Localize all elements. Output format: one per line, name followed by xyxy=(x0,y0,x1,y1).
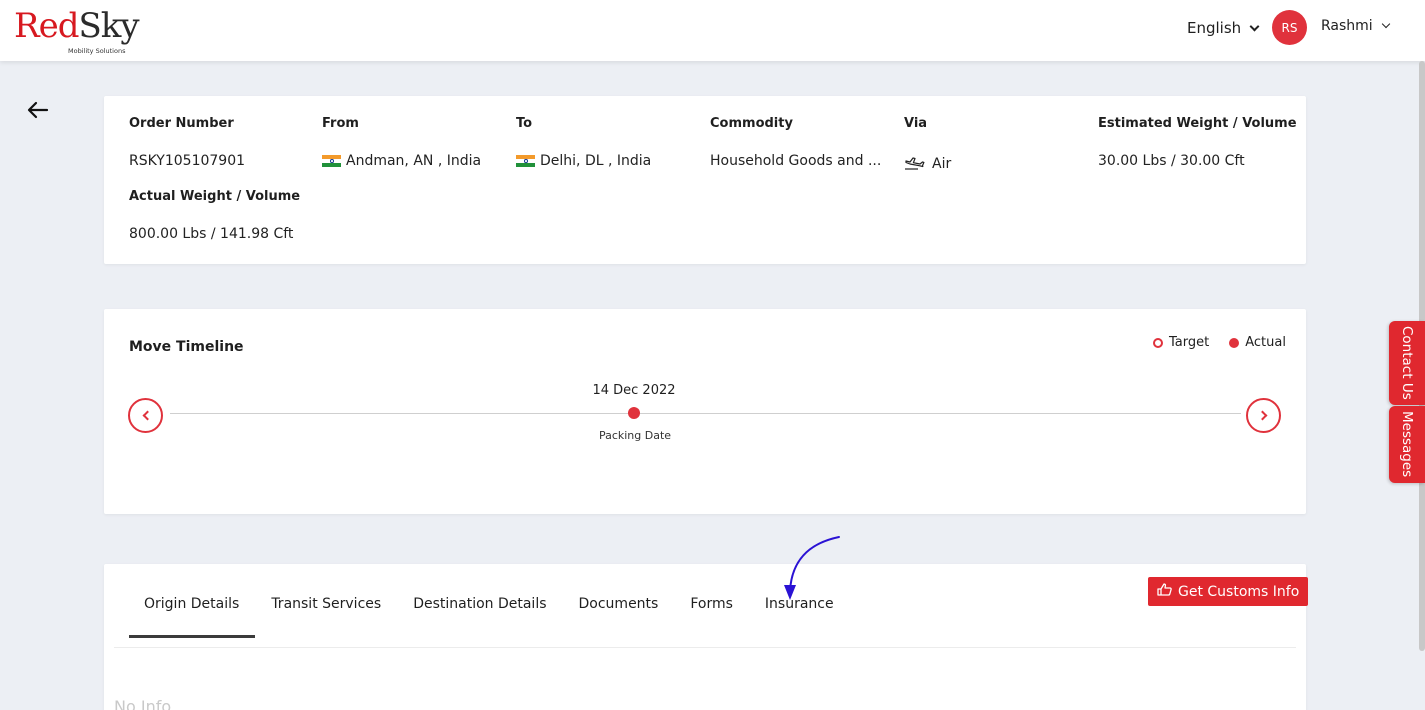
details-card: Origin Details Transit Services Destinat… xyxy=(104,564,1309,710)
chevron-right-icon xyxy=(1257,410,1267,421)
tab-origin-details[interactable]: Origin Details xyxy=(129,586,256,638)
timeline-track xyxy=(170,413,1241,414)
order-number-label: Order Number xyxy=(129,116,234,131)
tab-forms[interactable]: Forms xyxy=(674,586,749,638)
from-label: From xyxy=(322,116,359,131)
india-flag-icon xyxy=(322,154,341,168)
timeline-event-label: Packing Date xyxy=(598,429,672,442)
top-header: RedSky Mobility Solutions English RS Ras… xyxy=(0,0,1425,61)
language-label: English xyxy=(1187,19,1242,37)
messages-label: Messages xyxy=(1399,411,1415,478)
order-summary-card: Order Number RSKY105107901 From Andman, … xyxy=(104,96,1306,264)
thumbs-up-icon xyxy=(1157,583,1172,600)
back-arrow-icon[interactable] xyxy=(26,98,50,122)
commodity-label: Commodity xyxy=(710,116,793,131)
via-label: Via xyxy=(904,116,928,131)
empty-state-text: No Info xyxy=(114,697,172,710)
to-label: To xyxy=(516,116,533,131)
tabs-divider xyxy=(114,647,1296,648)
order-number-value: RSKY105107901 xyxy=(129,153,246,169)
legend-actual: Actual xyxy=(1245,335,1286,350)
language-selector[interactable]: English xyxy=(1187,19,1260,37)
via-value: Air xyxy=(904,153,951,175)
legend-target: Target xyxy=(1169,335,1210,350)
india-flag-icon xyxy=(516,154,535,168)
airplane-icon xyxy=(904,153,928,175)
tab-transit-services[interactable]: Transit Services xyxy=(255,586,397,638)
commodity-value: Household Goods and ... xyxy=(710,153,882,169)
user-name: Rashmi xyxy=(1321,18,1373,34)
to-value: Delhi, DL , India xyxy=(516,153,651,169)
timeline-title: Move Timeline xyxy=(129,339,244,355)
logo-wordmark: RedSky xyxy=(14,6,140,46)
timeline-event-date: 14 Dec 2022 xyxy=(592,383,676,398)
logo-tagline: Mobility Solutions xyxy=(68,47,126,55)
contact-us-tab[interactable]: Contact Us xyxy=(1389,321,1425,405)
timeline-legend: Target Actual xyxy=(1153,335,1286,350)
avatar[interactable]: RS xyxy=(1272,10,1307,45)
estimated-weight-label: Estimated Weight / Volume xyxy=(1098,116,1297,131)
contact-us-label: Contact Us xyxy=(1399,326,1415,400)
actual-weight-label: Actual Weight / Volume xyxy=(129,189,301,204)
tab-destination-details[interactable]: Destination Details xyxy=(397,586,562,638)
move-timeline-card: Move Timeline Target Actual 14 Dec 2022 … xyxy=(104,309,1306,514)
details-tabs: Origin Details Transit Services Destinat… xyxy=(129,586,850,638)
customs-button-label: Get Customs Info xyxy=(1178,583,1300,600)
target-marker-icon xyxy=(1153,337,1163,348)
redsky-logo[interactable]: RedSky Mobility Solutions xyxy=(14,6,140,56)
chevron-down-icon xyxy=(1249,21,1260,31)
messages-tab[interactable]: Messages xyxy=(1389,406,1425,483)
user-menu[interactable]: Rashmi xyxy=(1321,18,1390,34)
timeline-prev-button[interactable] xyxy=(128,398,163,433)
timeline-next-button[interactable] xyxy=(1246,398,1281,433)
get-customs-info-button[interactable]: Get Customs Info xyxy=(1148,577,1309,606)
timeline-event-marker[interactable] xyxy=(628,407,640,419)
tab-insurance[interactable]: Insurance xyxy=(749,586,850,638)
chevron-down-icon xyxy=(1381,19,1390,29)
chevron-left-icon xyxy=(142,410,152,421)
tab-documents[interactable]: Documents xyxy=(563,586,675,638)
actual-weight-value: 800.00 Lbs / 141.98 Cft xyxy=(129,226,294,242)
actual-marker-icon xyxy=(1229,337,1240,348)
from-value: Andman, AN , India xyxy=(322,153,481,169)
estimated-weight-value: 30.00 Lbs / 30.00 Cft xyxy=(1098,153,1245,169)
